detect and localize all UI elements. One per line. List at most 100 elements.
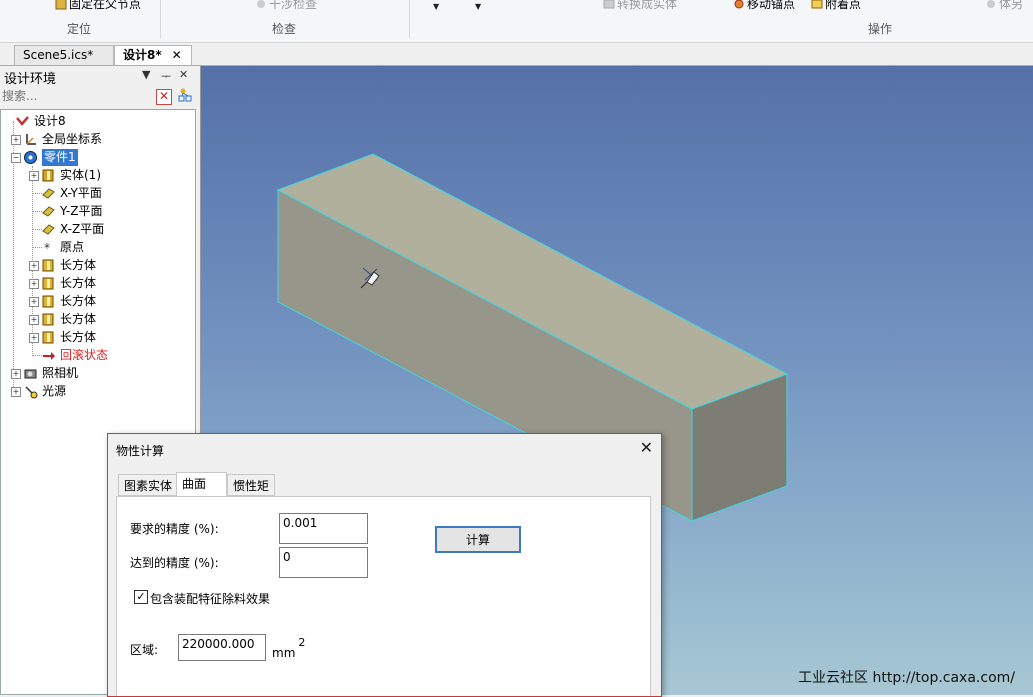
expand-icon[interactable]: + [29,333,39,343]
expand-icon[interactable]: + [11,369,21,379]
clear-search-icon[interactable]: ✕ [156,89,172,105]
include-assembly-label: 包含装配特征除料效果 [150,592,271,606]
pin-icon[interactable]: ᅮ [161,68,171,84]
tree-item[interactable]: + 光源 [1,383,191,400]
area-label: 区域: [130,643,159,657]
surface-tab-page: 要求的精度 (%): 0.001 达到的精度 (%): 0 计算 ✓ 包含装配特… [116,496,651,696]
tree-item-label: 设计8 [34,114,66,128]
tree-item-label: 零件1 [42,149,78,166]
expand-icon[interactable]: + [11,387,21,397]
fix-parent-icon [55,0,67,10]
expand-icon[interactable]: + [29,171,39,181]
tree-item-label: 回滚状态 [60,348,109,362]
search-row: ✕ [0,87,198,107]
convert-to-solid-button[interactable]: 转换成实体 [603,0,677,12]
tree-item[interactable]: − 零件1 [1,149,191,166]
cuboid-icon [41,276,56,291]
cuboid-icon [41,294,56,309]
tree-item-label: 长方体 [60,312,97,326]
tree-item[interactable]: X-Y平面 [1,185,191,202]
tree-item-label: X-Z平面 [60,222,105,236]
tree-item-label: 实体(1) [60,168,101,182]
plane-icon [41,204,56,219]
plane-icon [41,186,56,201]
svg-text:*: * [44,241,50,255]
area-unit-exponent: 2 [298,636,306,649]
tree-item-label: 全局坐标系 [42,132,103,146]
expand-icon[interactable]: + [29,315,39,325]
tree-item[interactable]: + 长方体 [1,329,191,346]
watermark-text: 工业云社区 http://top.caxa.com/ [798,670,1015,686]
collapse-icon[interactable]: − [11,153,21,163]
group-divider [409,0,410,38]
close-tab-icon[interactable]: ✕ [172,48,182,62]
area-unit: mm2 [272,636,306,660]
body-button[interactable]: 体另 [985,0,1023,12]
tab-scene5[interactable]: Scene5.ics* [14,45,114,65]
group-label-position: 定位 [67,22,92,36]
tree-item[interactable]: + 长方体 [1,275,191,292]
dialog-title: 物性计算 [116,444,165,458]
tab-moment-of-inertia[interactable]: 惯性矩 [227,474,276,496]
interference-check-button[interactable]: 干涉检查 [255,0,317,12]
tab-surface[interactable]: 曲面 [176,472,227,497]
expand-icon[interactable]: + [29,261,39,271]
tree-item-label: 长方体 [60,294,97,308]
axes-icon [23,132,38,147]
tree-item-label: Y-Z平面 [60,204,103,218]
tree-item[interactable]: + 长方体 [1,257,191,274]
solid-icon [41,168,56,183]
search-input[interactable] [0,87,154,105]
tree-item[interactable]: + 照相机 [1,365,191,382]
close-panel-icon[interactable]: ✕ [179,68,188,81]
tree-item[interactable]: 回滚状态 [1,347,191,364]
group-label-operation: 操作 [868,22,893,36]
tree-item-label: 长方体 [60,258,97,272]
expand-icon[interactable]: + [29,297,39,307]
plane-icon [41,222,56,237]
expand-icon[interactable]: + [29,279,39,289]
cuboid-icon [41,312,56,327]
filter-tree-icon[interactable] [177,88,193,107]
tree-item[interactable]: + 实体(1) [1,167,191,184]
achieved-precision-field[interactable]: 0 [279,547,368,578]
tree-item-label: 光源 [42,384,67,398]
interference-icon [255,0,267,10]
area-field[interactable]: 220000.000 [178,634,266,661]
tree-item[interactable]: X-Z平面 [1,221,191,238]
light-icon [23,384,38,399]
required-precision-field[interactable]: 0.001 [279,513,368,544]
attach-point-button[interactable]: 附着点 [811,0,861,12]
required-precision-label: 要求的精度 (%): [130,522,219,536]
calculate-button[interactable]: 计算 [435,526,521,553]
dialog-close-icon[interactable]: ✕ [640,438,653,457]
ribbon: 固定在父节点 干涉检查 ▼ ▼ 转换成实体 移动锚点 附着点 体另 定位 检查 … [0,0,1033,43]
cuboid-icon [41,330,56,345]
move-anchor-button[interactable]: 移动锚点 [733,0,795,12]
panel-menu-icon[interactable]: ▼ [142,68,150,81]
checkmark-icon: ✓ [136,590,146,603]
group-divider [160,0,161,38]
tab-design8[interactable]: 设计8* ✕ [114,45,192,65]
part-icon [23,150,38,165]
document-tab-strip: Scene5.ics* 设计8* ✕ [0,43,1033,66]
group-label-check: 检查 [272,22,297,36]
tree-item[interactable]: * 原点 [1,239,191,256]
achieved-precision-label: 达到的精度 (%): [130,556,219,570]
panel-title: 设计环境 [4,72,57,87]
tree-item[interactable]: + 长方体 [1,311,191,328]
tree-item[interactable]: Y-Z平面 [1,203,191,220]
dropdown-arrow-icon[interactable]: ▼ [475,2,481,11]
tree-item[interactable]: + 长方体 [1,293,191,310]
fix-to-parent-button[interactable]: 固定在父节点 [55,0,141,12]
tree-item-label: 长方体 [60,330,97,344]
anchor-icon [733,0,745,10]
tree-item[interactable]: 设计8 [1,113,191,130]
tab-primitive-solid[interactable]: 图素实体 [118,474,179,496]
expand-icon[interactable]: + [11,135,21,145]
tree-item[interactable]: + 全局坐标系 [1,131,191,148]
include-assembly-checkbox[interactable]: ✓ [134,590,148,604]
convert-solid-icon [603,0,615,10]
tree-item-label: 原点 [60,240,85,254]
dropdown-arrow-icon[interactable]: ▼ [433,2,439,11]
